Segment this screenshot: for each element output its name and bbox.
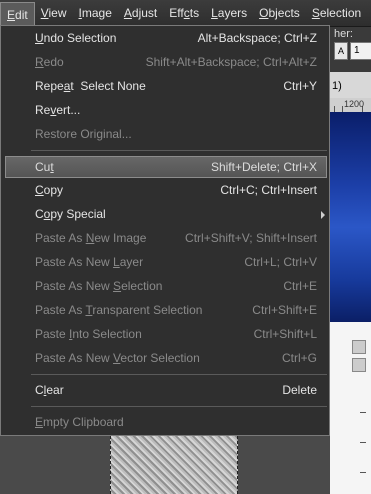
menu-separator bbox=[31, 374, 327, 375]
menu-item-shortcut: Ctrl+Shift+L bbox=[253, 327, 317, 341]
menu-item-clear[interactable]: Clear Delete bbox=[5, 379, 327, 401]
menu-item-label: Empty Clipboard bbox=[35, 415, 124, 429]
submenu-arrow-icon bbox=[321, 211, 325, 219]
spin-button[interactable]: A bbox=[334, 42, 348, 60]
menu-item-restore-original[interactable]: Restore Original... bbox=[5, 123, 327, 145]
menu-item-cut[interactable]: Cut Shift+Delete; Ctrl+X bbox=[5, 156, 327, 178]
menu-item-shortcut: Shift+Alt+Backspace; Ctrl+Alt+Z bbox=[145, 55, 317, 69]
menu-item-paste-as-new-vector-selection[interactable]: Paste As New Vector Selection Ctrl+G bbox=[5, 347, 327, 369]
menu-item-label: Copy bbox=[35, 183, 64, 197]
menu-item-label: Paste As Transparent Selection bbox=[35, 303, 203, 317]
menu-item-label: Cut bbox=[35, 160, 54, 174]
menu-item-shortcut: Alt+Backspace; Ctrl+Z bbox=[197, 31, 317, 45]
menu-item-shortcut: Ctrl+Y bbox=[283, 79, 317, 93]
menu-item-shortcut: Ctrl+Shift+E bbox=[252, 303, 317, 317]
menu-item-copy[interactable]: Copy Ctrl+C; Ctrl+Insert bbox=[5, 179, 327, 201]
menu-item-shortcut: Ctrl+E bbox=[283, 279, 317, 293]
tool-option-field[interactable]: 1 bbox=[350, 42, 371, 60]
tool-options-bar: her: A 1 bbox=[330, 26, 371, 72]
edit-menu-dropdown: Undo Selection Alt+Backspace; Ctrl+Z Red… bbox=[0, 25, 330, 436]
menu-item-shortcut: Ctrl+G bbox=[281, 351, 317, 365]
menu-item-label: Paste As New Selection bbox=[35, 279, 163, 293]
menu-item-paste-as-transparent-selection[interactable]: Paste As Transparent Selection Ctrl+Shif… bbox=[5, 299, 327, 321]
menu-adjust[interactable]: Adjust bbox=[118, 2, 163, 24]
menu-item-paste-as-new-layer[interactable]: Paste As New Layer Ctrl+L; Ctrl+V bbox=[5, 251, 327, 273]
menu-item-label: Restore Original... bbox=[35, 127, 132, 141]
menu-item-paste-as-new-image[interactable]: Paste As New Image Ctrl+Shift+V; Shift+I… bbox=[5, 227, 327, 249]
horizontal-ruler: 1200 bbox=[330, 98, 371, 113]
menu-bar: Edit View Image Adjust Effcts Layers Obj… bbox=[0, 0, 371, 27]
menu-item-label: Repeat Select None bbox=[35, 79, 146, 93]
menu-selections[interactable]: Selection bbox=[306, 2, 367, 24]
menu-item-shortcut: Ctrl+C; Ctrl+Insert bbox=[220, 183, 317, 197]
panel-button-icon[interactable] bbox=[352, 358, 366, 372]
document-tab[interactable]: 1) bbox=[330, 72, 371, 98]
menu-edit[interactable]: Edit bbox=[0, 1, 35, 27]
menu-item-label: Redo bbox=[35, 55, 64, 69]
menu-item-repeat-select-none[interactable]: Repeat Select None Ctrl+Y bbox=[5, 75, 327, 97]
menu-item-label: Revert... bbox=[35, 103, 81, 117]
menu-item-label: Copy Special bbox=[35, 207, 106, 221]
menu-effects[interactable]: Effcts bbox=[163, 2, 205, 24]
menu-item-label: Paste As New Image bbox=[35, 231, 147, 245]
panel-button-icon[interactable] bbox=[352, 340, 366, 354]
menu-item-label: Paste As New Layer bbox=[35, 255, 144, 269]
image-canvas[interactable] bbox=[330, 112, 371, 322]
side-panel bbox=[330, 322, 371, 494]
document-image[interactable] bbox=[110, 436, 238, 494]
document-tab-label: 1) bbox=[332, 80, 342, 92]
menu-item-shortcut: Delete bbox=[282, 383, 317, 397]
menu-item-copy-special[interactable]: Copy Special bbox=[5, 203, 327, 225]
tool-option-label: her: bbox=[334, 28, 353, 40]
menu-item-label: Clear bbox=[35, 383, 64, 397]
menu-item-shortcut: Shift+Delete; Ctrl+X bbox=[210, 160, 317, 174]
menu-objects[interactable]: Objects bbox=[253, 2, 306, 24]
menu-image[interactable]: Image bbox=[73, 2, 118, 24]
menu-item-redo[interactable]: Redo Shift+Alt+Backspace; Ctrl+Alt+Z bbox=[5, 51, 327, 73]
menu-item-undo-selection[interactable]: Undo Selection Alt+Backspace; Ctrl+Z bbox=[5, 27, 327, 49]
menu-view[interactable]: View bbox=[35, 2, 73, 24]
menu-separator bbox=[31, 406, 327, 407]
menu-item-empty-clipboard[interactable]: Empty Clipboard bbox=[5, 411, 327, 433]
menu-item-shortcut: Ctrl+L; Ctrl+V bbox=[244, 255, 317, 269]
menu-item-paste-as-new-selection[interactable]: Paste As New Selection Ctrl+E bbox=[5, 275, 327, 297]
menu-separator bbox=[31, 150, 327, 151]
ruler-label: 1200 bbox=[344, 99, 365, 109]
menu-item-label: Paste Into Selection bbox=[35, 327, 142, 341]
menu-layers[interactable]: Layers bbox=[205, 2, 253, 24]
menu-item-revert[interactable]: Revert... bbox=[5, 99, 327, 121]
menu-item-label: Paste As New Vector Selection bbox=[35, 351, 200, 365]
menu-item-shortcut: Ctrl+Shift+V; Shift+Insert bbox=[185, 231, 317, 245]
menu-item-paste-into-selection[interactable]: Paste Into Selection Ctrl+Shift+L bbox=[5, 323, 327, 345]
menu-item-label: Undo Selection bbox=[35, 31, 117, 45]
